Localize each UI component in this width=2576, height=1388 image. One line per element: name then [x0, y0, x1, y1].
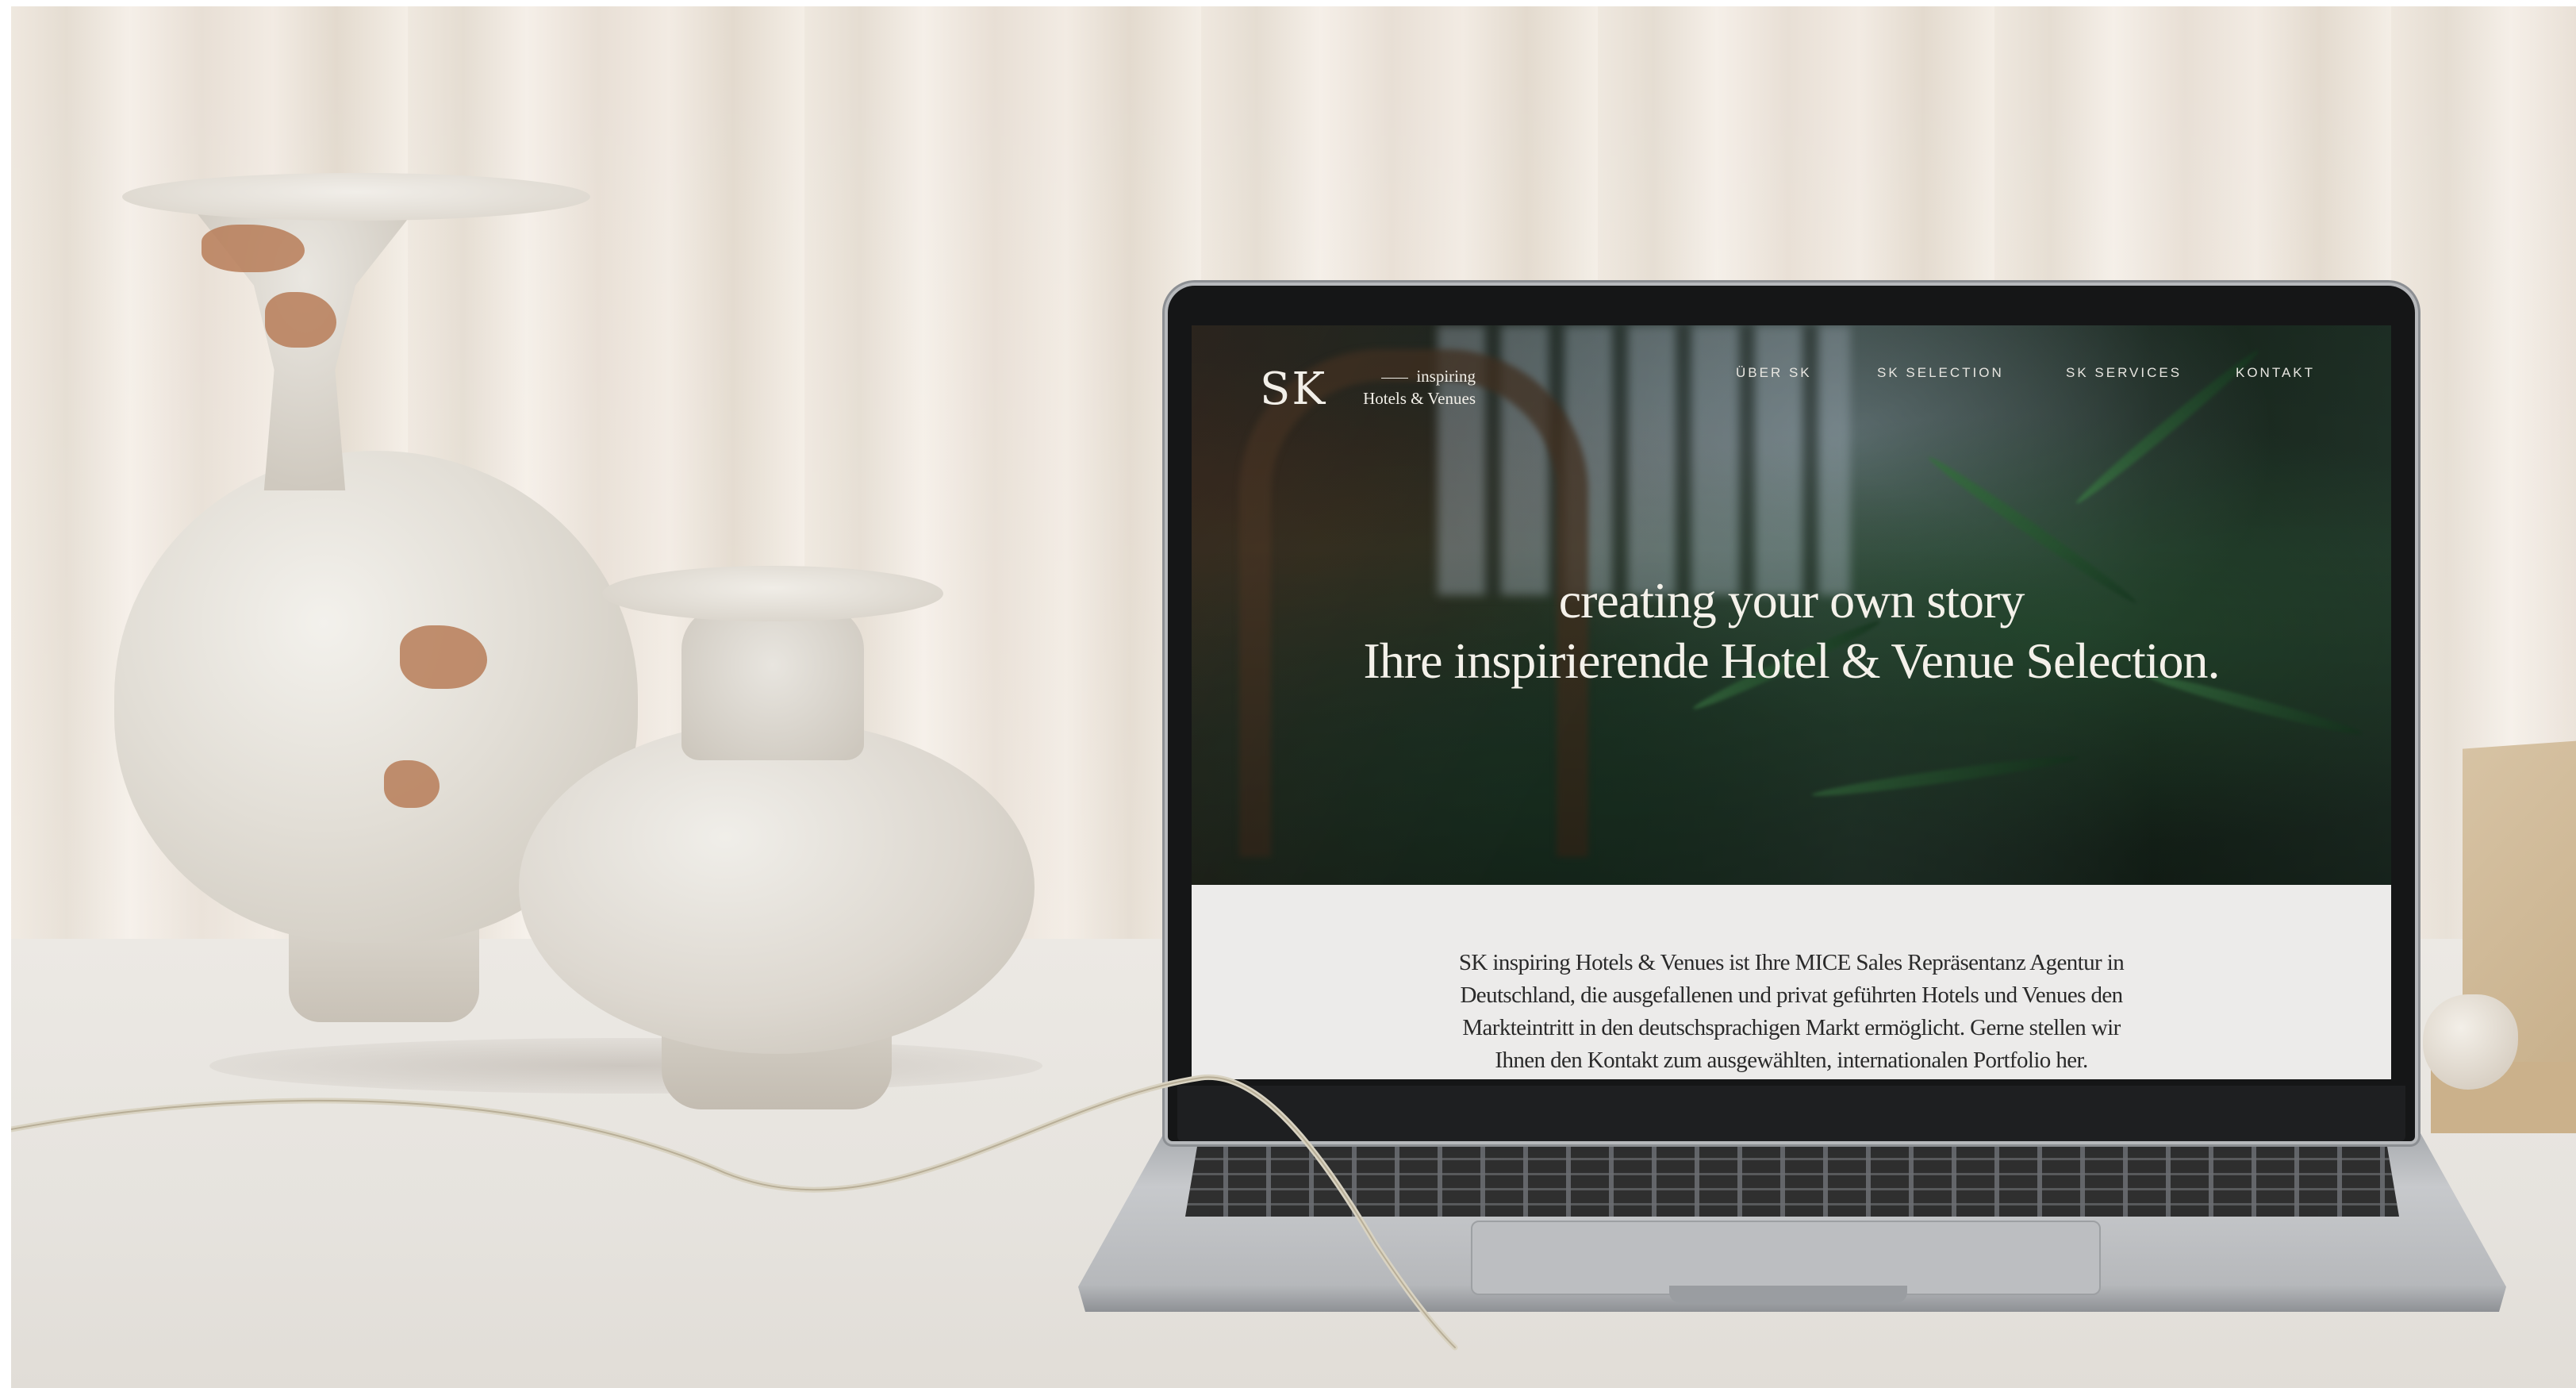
- hero-subheadline: Ihre inspirierende Hotel & Venue Selecti…: [1363, 632, 2220, 689]
- trackpad: [1471, 1221, 2101, 1295]
- vase-shadow: [209, 1038, 1042, 1094]
- laptop-bezel-bottom: [1177, 1086, 2405, 1141]
- small-vase-neck: [681, 602, 864, 760]
- intro-line: Ihnen den Kontakt zum ausgewählten, inte…: [1495, 1048, 2088, 1073]
- photo-scene: SK inspiring Hotels & Venues ÜBER SK SK …: [11, 6, 2576, 1388]
- nav-item-ueber-sk[interactable]: ÜBER SK: [1736, 365, 1812, 381]
- nav-item-kontakt[interactable]: KONTAKT: [2236, 365, 2315, 381]
- nav-item-sk-selection[interactable]: SK SELECTION: [1877, 365, 2004, 381]
- laptop-screen: SK inspiring Hotels & Venues ÜBER SK SK …: [1192, 325, 2391, 1079]
- laptop-notch: [1669, 1286, 1907, 1303]
- intro-line: Deutschland, die ausgefallenen und priva…: [1460, 982, 2123, 1008]
- small-vase-rim: [602, 566, 943, 621]
- intro-line: SK inspiring Hotels & Venues ist Ihre MI…: [1458, 950, 2125, 975]
- main-nav: ÜBER SK SK SELECTION SK SERVICES KONTAKT: [1192, 365, 2391, 389]
- keyboard-rows: [1185, 1145, 2399, 1217]
- hero-section: SK inspiring Hotels & Venues ÜBER SK SK …: [1192, 325, 2391, 885]
- intro-line: Markteintritt in den deutschsprachigen M…: [1462, 1015, 2121, 1040]
- large-vase-rim: [122, 173, 590, 221]
- nav-item-sk-services[interactable]: SK SERVICES: [2066, 365, 2182, 381]
- small-vase-body: [519, 721, 1035, 1054]
- logo-line-2: Hotels & Venues: [1363, 389, 1476, 408]
- hero-headline: creating your own story: [1558, 572, 2025, 629]
- intro-section: SK inspiring Hotels & Venues ist Ihre MI…: [1192, 885, 2391, 1079]
- intro-paragraph: SK inspiring Hotels & Venues ist Ihre MI…: [1414, 947, 2169, 1077]
